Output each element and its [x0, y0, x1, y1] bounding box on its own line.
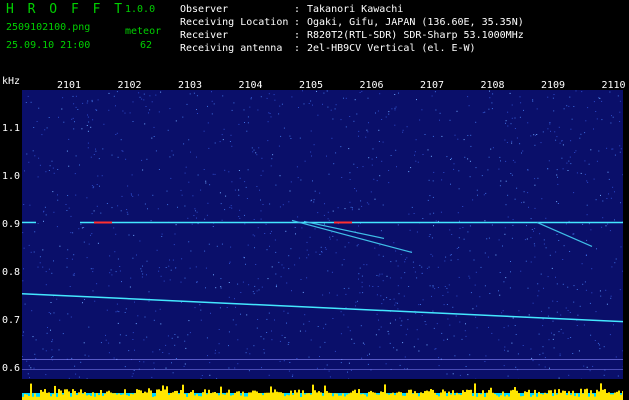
- activity-bars: [22, 383, 623, 400]
- meteor-trail: [291, 219, 413, 254]
- y-tick-label: 0.8: [2, 267, 21, 279]
- y-tick-label: 0.9: [2, 218, 21, 230]
- spectrogram-svg: [22, 90, 623, 379]
- info-row-antenna: Receiving antenna: 2el-HB9CV Vertical (e…: [180, 43, 476, 54]
- meteor-trail: [536, 221, 593, 248]
- info-value: R820T2(RTL-SDR) SDR-Sharp 53.1000MHz: [307, 30, 524, 41]
- noise-speckle: [22, 90, 623, 379]
- info-key: Observer: [180, 4, 229, 15]
- meteor-count: 62: [140, 40, 153, 51]
- info-value: 2el-HB9CV Vertical (el. E-W): [307, 43, 476, 54]
- info-value: Takanori Kawachi: [307, 4, 404, 15]
- spectrogram-plot: [22, 90, 623, 379]
- y-axis-unit: kHz: [2, 76, 21, 87]
- file-name: 2509102100.png: [6, 22, 91, 33]
- info-key: Receiver: [180, 30, 229, 41]
- app-version: 1.0.0: [125, 4, 156, 15]
- station-info: Observer: Takanori Kawachi Receiving Loc…: [180, 4, 524, 56]
- date-time: 25.09.10 21:00: [6, 40, 91, 51]
- info-value: Ogaki, Gifu, JAPAN (136.60E, 35.35N): [307, 17, 524, 28]
- y-tick-label: 0.6: [2, 363, 21, 375]
- app-title: H R O F F T: [6, 2, 126, 17]
- header-panel: H R O F F T 1.0.0 2509102100.png meteor …: [0, 0, 629, 72]
- meteor-trail: [303, 220, 385, 240]
- info-row-receiver: Receiver: R820T2(RTL-SDR) SDR-Sharp 53.1…: [180, 30, 524, 41]
- info-key: Receiving Location: [180, 17, 289, 28]
- y-tick-label: 1.1: [2, 122, 21, 134]
- y-tick-label: 1.0: [2, 170, 21, 182]
- drift-line: [22, 292, 623, 323]
- y-tick-label: 0.7: [2, 315, 21, 327]
- meteor-label: meteor: [125, 26, 162, 37]
- info-key: Receiving antenna: [180, 43, 283, 54]
- info-row-location: Receiving Location: Ogaki, Gifu, JAPAN (…: [180, 17, 524, 28]
- info-row-observer: Observer: Takanori Kawachi: [180, 4, 404, 15]
- activity-strip: [22, 383, 623, 400]
